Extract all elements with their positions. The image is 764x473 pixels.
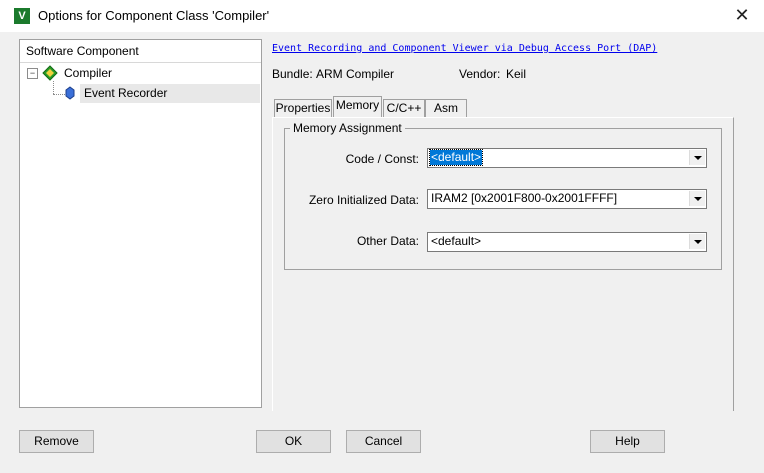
tab-memory[interactable]: Memory [333, 96, 382, 118]
code-const-select[interactable]: <default> [427, 148, 707, 168]
cancel-button[interactable]: Cancel [346, 430, 421, 453]
collapse-icon[interactable]: − [27, 68, 38, 79]
code-const-label: Code / Const: [345, 152, 419, 166]
tree-header-label: Software Component [26, 44, 139, 58]
component-tree: Software Component − Compiler Event Reco… [19, 39, 262, 408]
tab-c-cpp[interactable]: C/C++ [383, 99, 425, 117]
component-icon [65, 86, 75, 100]
app-logo-icon: V [14, 8, 30, 24]
tab-asm[interactable]: Asm [425, 99, 467, 117]
chevron-down-icon[interactable] [689, 150, 705, 165]
tree-item-compiler[interactable]: Compiler [64, 66, 112, 80]
zero-init-select[interactable]: IRAM2 [0x2001F800-0x2001FFFF] [427, 189, 707, 209]
window-title: Options for Component Class 'Compiler' [38, 8, 270, 23]
chevron-down-icon[interactable] [689, 191, 705, 206]
group-title: Memory Assignment [290, 121, 405, 135]
vendor-value: Keil [506, 67, 527, 81]
ok-button[interactable]: OK [256, 430, 331, 453]
zero-init-label: Zero Initialized Data: [308, 193, 419, 207]
other-data-value: <default> [431, 234, 482, 248]
component-doc-link[interactable]: Event Recording and Component Viewer via… [272, 43, 657, 54]
zero-init-value: IRAM2 [0x2001F800-0x2001FFFF] [431, 191, 618, 205]
bundle-label: Bundle: [272, 67, 313, 81]
other-data-label: Other Data: [356, 234, 419, 248]
tab-properties[interactable]: Properties [274, 99, 332, 117]
tree-header: Software Component [20, 40, 261, 63]
tree-connector [53, 94, 65, 95]
help-button[interactable]: Help [590, 430, 665, 453]
remove-button[interactable]: Remove [19, 430, 94, 453]
component-class-icon [42, 65, 58, 81]
tree-connector [53, 81, 54, 94]
code-const-value: <default> [428, 149, 484, 166]
other-data-select[interactable]: <default> [427, 232, 707, 252]
tree-item-label: Event Recorder [84, 86, 168, 100]
chevron-down-icon[interactable] [689, 234, 705, 249]
close-icon[interactable]: ✕ [732, 4, 752, 26]
bundle-value: ARM Compiler [316, 67, 395, 81]
vendor-label: Vendor: [459, 67, 501, 81]
